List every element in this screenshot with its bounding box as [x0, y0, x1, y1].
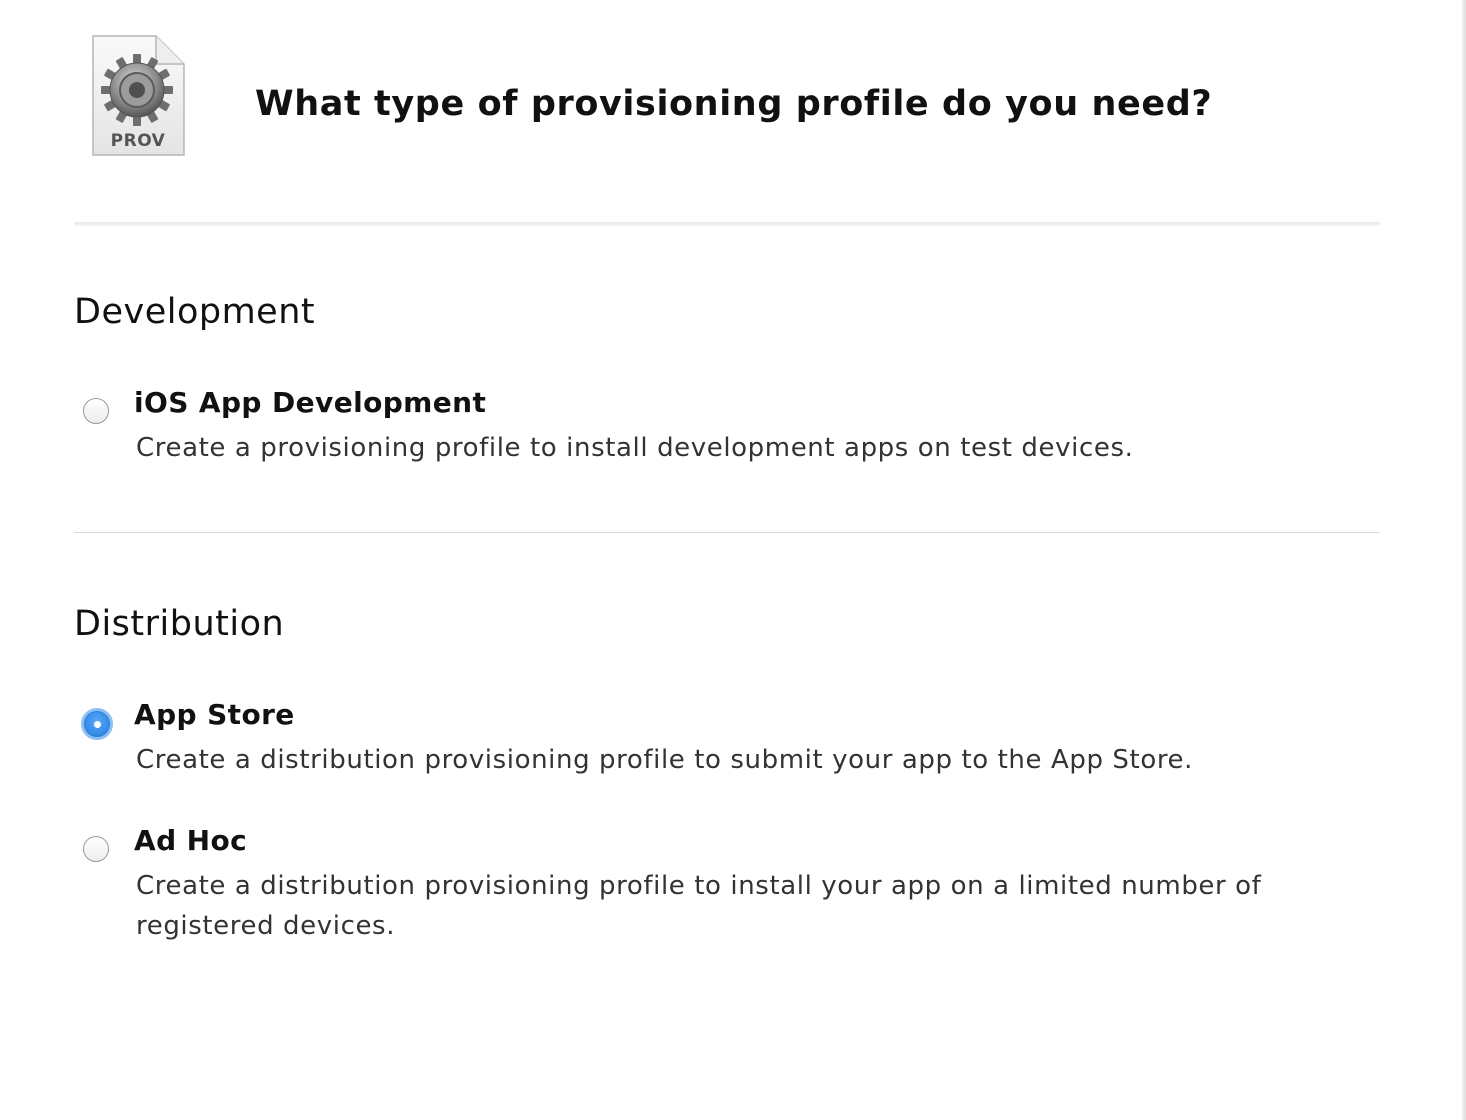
- option-title: Ad Hoc: [134, 824, 248, 857]
- option-title: iOS App Development: [134, 386, 487, 419]
- section-heading-development: Development: [74, 292, 316, 332]
- radio-ios-app-development[interactable]: [83, 398, 109, 424]
- header-divider: [74, 222, 1380, 226]
- option-description: Create a distribution provisioning profi…: [136, 871, 1262, 941]
- window-edge: [1462, 0, 1466, 1120]
- option-description: Create a distribution provisioning profi…: [136, 745, 1194, 775]
- option-title: App Store: [134, 698, 295, 731]
- section-divider: [74, 532, 1380, 533]
- provisioning-type-page: PROV What type of provisioning profile d…: [0, 0, 1466, 1120]
- section-heading-distribution: Distribution: [74, 604, 285, 644]
- prov-document-icon: PROV: [90, 34, 186, 158]
- radio-ad-hoc[interactable]: [83, 836, 109, 862]
- radio-app-store[interactable]: [81, 708, 113, 740]
- page-title: What type of provisioning profile do you…: [255, 84, 1213, 124]
- prov-icon-label: PROV: [110, 131, 166, 151]
- option-description: Create a provisioning profile to install…: [136, 433, 1134, 463]
